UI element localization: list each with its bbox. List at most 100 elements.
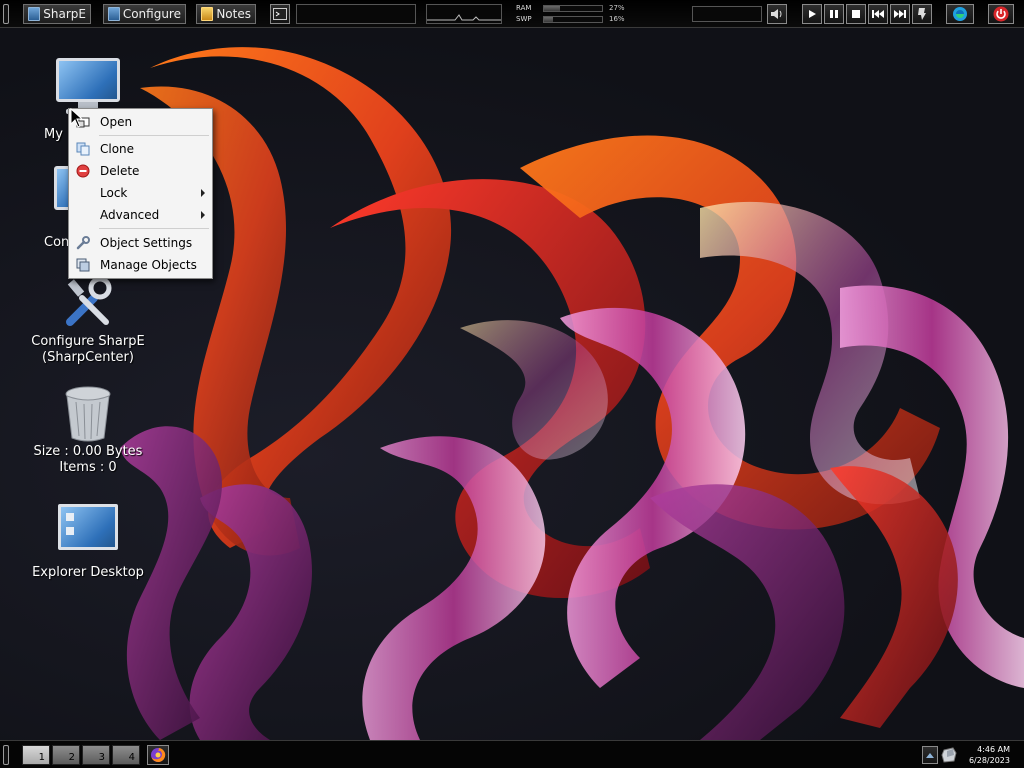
notes-button-label: Notes [216,7,251,21]
recycle-bin-size: Size : 0.00 Bytes [33,444,143,459]
edge-button[interactable] [946,4,974,24]
stop-button[interactable] [846,4,866,24]
menu-item-delete-label: Delete [100,164,140,178]
menu-item-clone-label: Clone [100,142,135,156]
swp-percent: 16% [609,15,625,23]
clone-icon [76,142,90,156]
ram-meter [543,5,603,12]
clock[interactable]: 4:46 AM 6/28/2023 [969,744,1010,766]
sharpe-button-label: SharpE [43,7,86,21]
menu-separator [99,135,209,136]
explorer-desktop-icon [58,504,118,550]
control-panel-label: Con [44,235,70,250]
menu-item-clone[interactable]: Clone [69,139,212,159]
desktop-icon-recycle-bin[interactable]: Size : 0.00 Bytes Items : 0 [28,384,148,476]
winamp-icon [918,8,926,20]
cpu-graph-line [427,14,501,21]
submenu-arrow-icon [201,189,205,197]
workspace-3[interactable]: 3 [82,745,110,765]
clock-date: 6/28/2023 [968,756,1010,765]
firefox-icon [151,747,166,762]
configure-icon [108,7,120,21]
configure-button[interactable]: Configure [103,4,186,24]
clock-time: 4:46 AM [977,745,1010,754]
workspace-1-label: 1 [38,752,45,763]
desktop-icon-explorer-desktop[interactable]: Explorer Desktop [28,504,148,581]
menu-separator [99,228,209,229]
panel-handle[interactable] [3,745,9,765]
play-button[interactable] [802,4,822,24]
desktop-mini-icon [66,513,74,521]
submenu-arrow-icon [201,211,205,219]
sharpe-button[interactable]: SharpE [23,4,91,24]
manage-objects-icon [76,258,90,272]
ram-meter-fill [544,6,560,11]
terminal-icon [273,8,287,20]
bottom-panel: 1 2 3 4 4:46 AM 6/28/2023 [0,740,1024,768]
cpu-graph [426,4,502,24]
ram-label: RAM [516,4,532,12]
configure-sharpe-label-line2: (SharpCenter) [42,350,134,365]
desktop-icon-my-computer[interactable]: My [28,58,148,142]
menu-item-lock[interactable]: Lock [69,183,212,203]
notes-button[interactable]: Notes [196,4,256,24]
panel-handle[interactable] [3,4,9,24]
previous-track-button[interactable] [868,4,888,24]
top-panel: SharpE Configure Notes RAM 27% SWP 16% [0,0,1024,28]
stop-icon [852,10,860,18]
desktop-mini-icon [66,527,74,535]
tray-app-button[interactable] [940,746,958,764]
wrench-icon [76,236,90,250]
menu-item-manage-objects[interactable]: Manage Objects [69,255,212,275]
pause-icon [830,10,838,18]
context-menu: Open Clone Delete Lock Advanced Object S… [68,108,213,279]
tray-expand-button[interactable] [922,746,938,764]
delete-icon [76,164,90,178]
edge-icon [953,7,967,21]
media-player-button[interactable] [912,4,932,24]
swp-meter [543,16,603,23]
speaker-icon [771,9,782,19]
desktop-icon-configure-sharpe[interactable]: Configure SharpE (SharpCenter) [28,272,148,366]
workspace-4-label: 4 [128,752,135,763]
workspace-4[interactable]: 4 [112,745,140,765]
ram-percent: 27% [609,4,625,12]
menu-item-object-settings[interactable]: Object Settings [69,233,212,253]
mute-button[interactable] [767,4,787,24]
play-icon [809,10,816,18]
my-computer-label: My [44,127,63,142]
menu-item-delete[interactable]: Delete [69,161,212,181]
next-icon [894,10,906,18]
power-button[interactable] [988,4,1014,24]
firefox-button[interactable] [147,745,169,765]
volume-slider[interactable] [692,6,762,22]
run-command-input[interactable] [296,4,416,24]
menu-item-object-settings-label: Object Settings [100,236,193,250]
recycle-bin-items: Items : 0 [59,460,117,475]
tray-app-icon [941,747,957,763]
menu-item-advanced[interactable]: Advanced [69,205,212,225]
configure-button-label: Configure [122,7,181,21]
previous-icon [872,10,884,18]
workspace-3-label: 3 [98,752,105,763]
notes-icon [201,7,214,21]
explorer-desktop-label: Explorer Desktop [32,565,144,580]
mouse-cursor-icon [70,108,84,128]
power-icon [993,6,1009,22]
workspace-2[interactable]: 2 [52,745,80,765]
menu-item-lock-label: Lock [100,186,128,200]
my-computer-icon [56,58,120,102]
terminal-button[interactable] [270,4,290,24]
tools-icon [66,276,112,326]
workspace-2-label: 2 [68,752,75,763]
next-track-button[interactable] [890,4,910,24]
configure-sharpe-label-line1: Configure SharpE [31,334,145,349]
swp-meter-fill [544,17,554,22]
chevron-up-icon [926,753,934,758]
menu-item-open[interactable]: Open [69,112,212,132]
pause-button[interactable] [824,4,844,24]
menu-item-open-label: Open [100,115,133,129]
recycle-bin-icon [65,386,111,442]
workspace-1[interactable]: 1 [22,745,50,765]
computer-icon [28,7,41,21]
